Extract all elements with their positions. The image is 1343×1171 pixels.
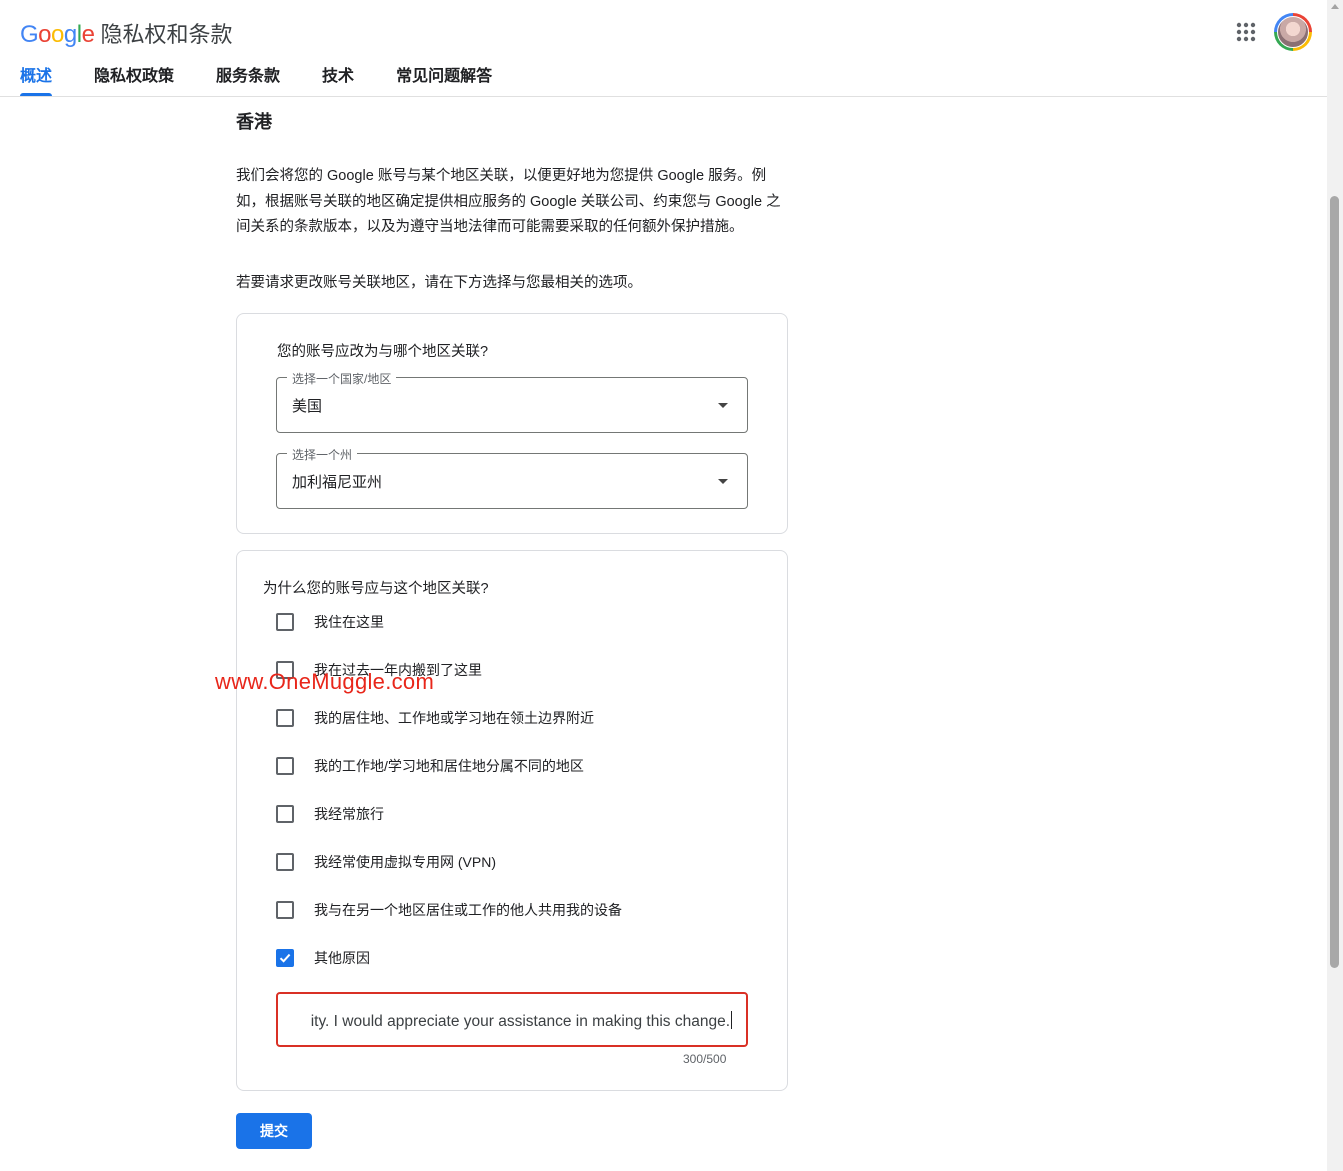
tab-technologies[interactable]: 技术: [322, 62, 354, 96]
submit-button[interactable]: 提交: [236, 1113, 312, 1149]
checkbox[interactable]: [276, 757, 294, 775]
reason-option-vpn[interactable]: 我经常使用虚拟专用网 (VPN): [276, 851, 496, 873]
scroll-up-arrow-icon[interactable]: [1331, 4, 1339, 9]
other-reason-value: ity. I would appreciate your assistance …: [310, 1013, 730, 1030]
tab-privacy-policy[interactable]: 隐私权政策: [94, 62, 174, 96]
avatar-image: [1277, 16, 1309, 48]
region-select-card: 您的账号应改为与哪个地区关联? 选择一个国家/地区 美国 选择一个州 加利福尼亚…: [236, 313, 788, 534]
country-select-value: 美国: [292, 398, 323, 415]
reason-option-label: 我经常使用虚拟专用网 (VPN): [314, 854, 496, 870]
country-select[interactable]: 选择一个国家/地区 美国: [276, 370, 748, 433]
state-select-value: 加利福尼亚州: [292, 474, 383, 491]
logo-letter-o2: o: [51, 21, 64, 48]
country-select-label: 选择一个国家/地区: [287, 370, 397, 387]
logo-letter-e: e: [81, 21, 95, 48]
region-question: 您的账号应改为与哪个地区关联?: [277, 344, 489, 360]
text-caret: [731, 1011, 732, 1029]
reason-option-label: 我的工作地/学习地和居住地分属不同的地区: [314, 758, 584, 774]
reason-question: 为什么您的账号应与这个地区关联?: [263, 581, 489, 597]
nav-tabs: 概述 隐私权政策 服务条款 技术 常见问题解答: [20, 62, 534, 96]
checkbox[interactable]: [276, 805, 294, 823]
other-reason-input[interactable]: ity. I would appreciate your assistance …: [276, 992, 748, 1047]
intro-paragraph: 我们会将您的 Google 账号与某个地区关联，以便更好地为您提供 Google…: [236, 168, 781, 235]
reason-option-travel[interactable]: 我经常旅行: [276, 803, 384, 825]
reason-card: 为什么您的账号应与这个地区关联? 我住在这里 我在过去一年内搬到了这里 我的居住…: [236, 550, 788, 1091]
dropdown-arrow-icon: [718, 479, 728, 484]
checkmark-icon: [279, 953, 291, 963]
character-counter: 300/500: [683, 1052, 727, 1066]
product-name: 隐私权和条款: [100, 22, 233, 47]
google-logo[interactable]: Google 隐私权和条款: [20, 17, 232, 49]
checkbox[interactable]: [276, 613, 294, 631]
tab-overview[interactable]: 概述: [20, 62, 53, 96]
reason-option-label: 我的居住地、工作地或学习地在领土边界附近: [314, 710, 594, 726]
current-region-title: 香港: [236, 112, 272, 132]
reason-option-work-live-different[interactable]: 我的工作地/学习地和居住地分属不同的地区: [276, 755, 584, 777]
reason-option-live-here[interactable]: 我住在这里: [276, 611, 384, 633]
logo-letter-g: G: [20, 21, 39, 48]
reason-option-label: 我住在这里: [314, 614, 384, 630]
scroll-thumb[interactable]: [1330, 196, 1339, 968]
page-scrollbar[interactable]: [1327, 0, 1343, 1171]
logo-letter-o1: o: [38, 21, 52, 48]
apps-grid-icon[interactable]: [1232, 18, 1260, 46]
reason-option-label: 其他原因: [314, 950, 370, 966]
state-select-label: 选择一个州: [287, 446, 358, 463]
state-select[interactable]: 选择一个州 加利福尼亚州: [276, 446, 748, 509]
checkbox[interactable]: [276, 901, 294, 919]
other-reason-text: ity. I would appreciate your assistance …: [311, 1011, 732, 1031]
reason-option-shared-device[interactable]: 我与在另一个地区居住或工作的他人共用我的设备: [276, 899, 622, 921]
reason-option-near-border[interactable]: 我的居住地、工作地或学习地在领土边界附近: [276, 707, 594, 729]
dropdown-arrow-icon: [718, 403, 728, 408]
checkbox[interactable]: [276, 853, 294, 871]
reason-option-label: 我与在另一个地区居住或工作的他人共用我的设备: [314, 902, 622, 918]
reason-option-label: 我经常旅行: [314, 806, 384, 822]
checkbox-checked[interactable]: [276, 949, 294, 967]
reason-option-other[interactable]: 其他原因: [276, 947, 370, 969]
tab-faq[interactable]: 常见问题解答: [396, 62, 492, 96]
instruction-paragraph: 若要请求更改账号关联地区，请在下方选择与您最相关的选项。: [236, 275, 642, 291]
logo-letter-g2: g: [63, 21, 77, 48]
checkbox[interactable]: [276, 709, 294, 727]
avatar[interactable]: [1274, 13, 1312, 51]
watermark-text: www.OneMuggle.com: [215, 669, 435, 694]
google-wordmark: Google: [20, 21, 95, 49]
tab-terms-of-service[interactable]: 服务条款: [216, 62, 280, 96]
top-header: Google 隐私权和条款 概述 隐私权政策 服务条款 技术 常见问题解答: [0, 0, 1327, 97]
